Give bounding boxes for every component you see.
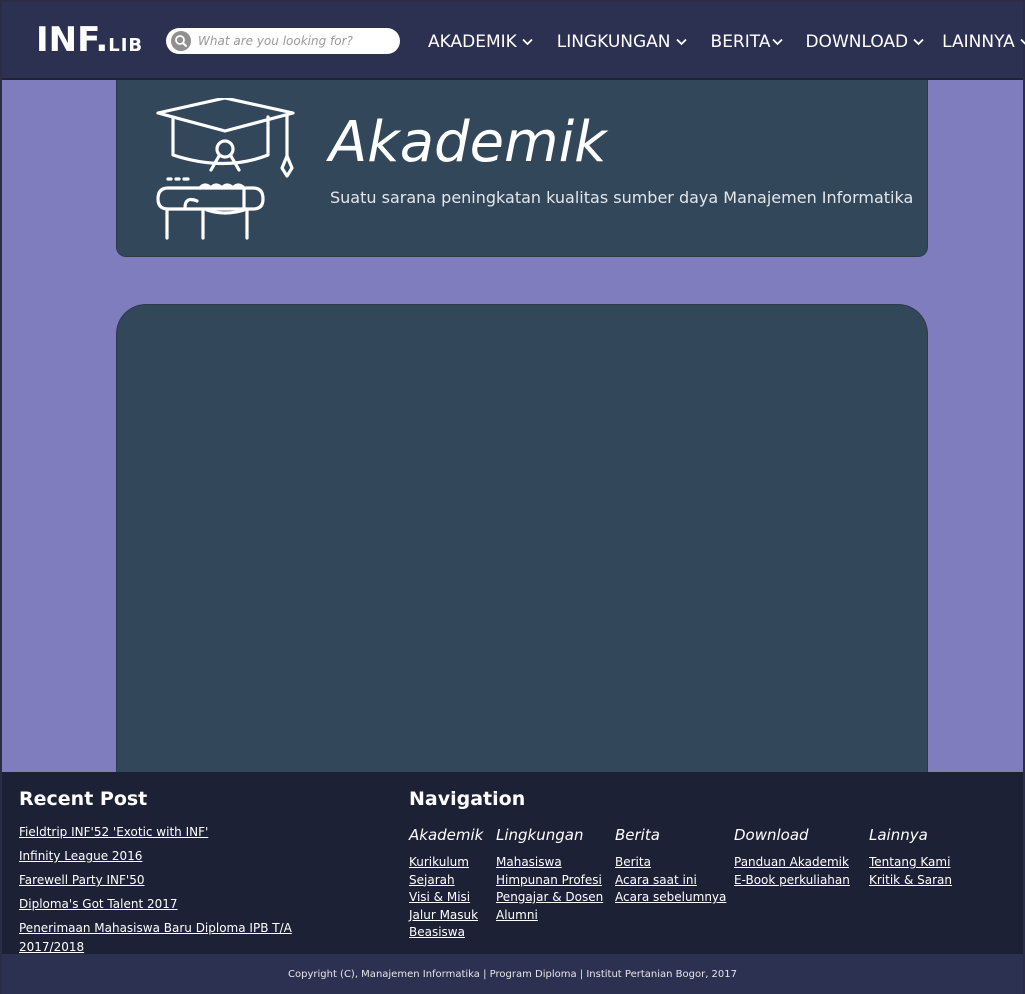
site-logo[interactable]: INF.LIB [36, 20, 143, 66]
search-icon[interactable] [171, 31, 191, 51]
footer-col-title: Lingkungan [496, 826, 584, 844]
footer-link[interactable]: Acara sebelumnya [615, 890, 726, 904]
footer-link[interactable]: Panduan Akademik [734, 855, 849, 869]
top-navbar: INF.LIB AKADEMIK LINGKUNGAN BERITA DOWNL… [2, 2, 1025, 80]
footer-link[interactable]: Berita [615, 855, 651, 869]
footer-link[interactable]: Pengajar & Dosen [496, 890, 603, 904]
footer-link[interactable]: Himpunan Profesi [496, 873, 602, 887]
footer-link[interactable]: E-Book perkuliahan [734, 873, 850, 887]
footer-link[interactable]: Visi & Misi [409, 890, 470, 904]
list-item: Infinity League 2016 [19, 846, 319, 865]
graduation-cap-diploma-icon [156, 98, 295, 240]
footer-link[interactable]: Kurikulum [409, 855, 469, 869]
footer-link[interactable]: Tentang Kami [869, 855, 950, 869]
list-item: Penerimaan Mahasiswa Baru Diploma IPB T/… [19, 918, 319, 956]
hero-banner: Akademik Suatu sarana peningkatan kualit… [116, 80, 928, 257]
list-item: Fieldtrip INF'52 'Exotic with INF' [19, 822, 319, 841]
copyright-bar: Copyright (C), Manajemen Informatika | P… [2, 954, 1023, 994]
page-subtitle: Suatu sarana peningkatan kualitas sumber… [330, 188, 914, 207]
footer-link[interactable]: Mahasiswa [496, 855, 562, 869]
list-item: Farewell Party INF'50 [19, 870, 319, 889]
nav-download[interactable]: DOWNLOAD [805, 32, 924, 52]
logo-sub-text: LIB [108, 35, 144, 56]
recent-post-link[interactable]: Diploma's Got Talent 2017 [19, 897, 178, 911]
recent-post-list: Fieldtrip INF'52 'Exotic with INF' Infin… [19, 822, 319, 961]
recent-post-link[interactable]: Farewell Party INF'50 [19, 873, 144, 887]
nav-label: LINGKUNGAN [556, 32, 671, 52]
footer-col-download: Download Panduan Akademik E-Book perkuli… [734, 826, 850, 888]
recent-post-link[interactable]: Fieldtrip INF'52 'Exotic with INF' [19, 825, 208, 839]
recent-post-link[interactable]: Infinity League 2016 [19, 849, 142, 863]
nav-label: LAINNYA [942, 32, 1015, 52]
footer-col-title: Download [734, 826, 809, 844]
footer-col-title: Lainnya [869, 826, 928, 844]
footer-link[interactable]: Kritik & Saran [869, 873, 952, 887]
footer-col-berita: Berita Berita Acara saat ini Acara sebel… [615, 826, 726, 906]
recent-post-heading: Recent Post [19, 788, 148, 810]
page-title: Akademik [329, 110, 607, 175]
footer-col-lainnya: Lainnya Tentang Kami Kritik & Saran [869, 826, 952, 888]
footer-col-lingkungan: Lingkungan Mahasiswa Himpunan Profesi Pe… [496, 826, 603, 923]
footer-link[interactable]: Sejarah [409, 873, 455, 887]
nav-akademik[interactable]: AKADEMIK [428, 32, 533, 52]
recent-post-link[interactable]: Penerimaan Mahasiswa Baru Diploma IPB T/… [19, 921, 292, 954]
content-panel [116, 304, 928, 774]
nav-lainnya[interactable]: LAINNYA [942, 32, 1025, 52]
search-input[interactable] [198, 31, 393, 51]
list-item: Diploma's Got Talent 2017 [19, 894, 319, 913]
main-nav: AKADEMIK LINGKUNGAN BERITA DOWNLOAD LAIN… [428, 30, 1025, 54]
chevron-down-icon [772, 38, 784, 46]
nav-berita[interactable]: BERITA [711, 32, 784, 52]
chevron-down-icon [1020, 38, 1025, 45]
nav-label: DOWNLOAD [805, 32, 909, 52]
footer-link[interactable]: Jalur Masuk [409, 908, 478, 922]
footer-col-akademik: Akademik Kurikulum Sejarah Visi & Misi J… [409, 826, 483, 941]
navigation-heading: Navigation [409, 788, 526, 810]
footer-link[interactable]: Beasiswa [409, 925, 465, 939]
chevron-down-icon [522, 38, 533, 46]
chevron-down-icon [913, 38, 924, 46]
chevron-down-icon [675, 38, 687, 46]
nav-label: BERITA [710, 32, 771, 52]
nav-label: AKADEMIK [428, 32, 517, 52]
footer-col-title: Akademik [409, 826, 484, 844]
footer-col-title: Berita [615, 826, 660, 844]
footer-link[interactable]: Alumni [496, 908, 538, 922]
nav-lingkungan[interactable]: LINGKUNGAN [557, 32, 687, 52]
footer-link[interactable]: Acara saat ini [615, 873, 697, 887]
logo-main-text: INF. [36, 20, 109, 60]
footer: Recent Post Fieldtrip INF'52 'Exotic wit… [2, 772, 1023, 954]
search-box [166, 28, 400, 54]
